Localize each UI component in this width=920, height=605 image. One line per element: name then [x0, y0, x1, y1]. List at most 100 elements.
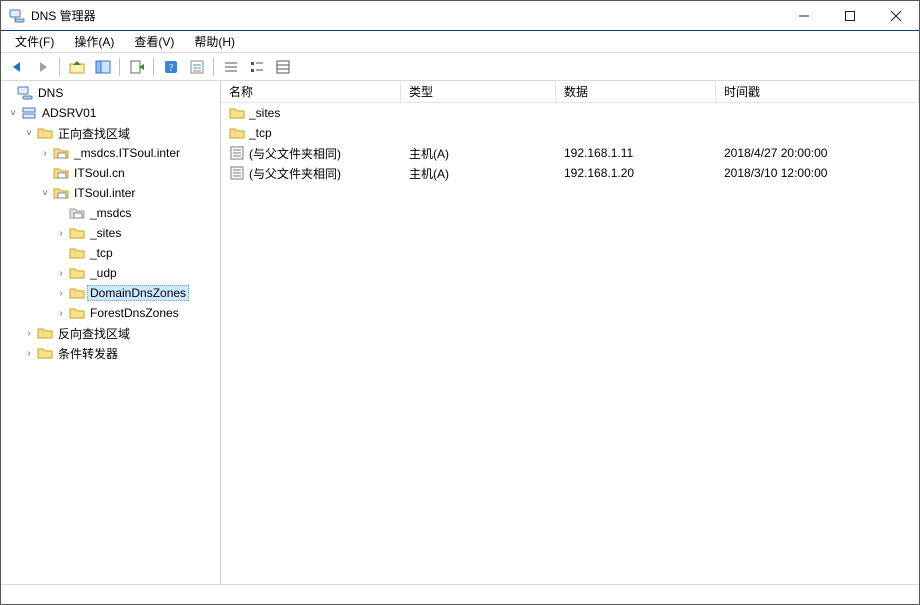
folder-icon	[69, 245, 85, 261]
list-body[interactable]: _sites_tcp(与父文件夹相同)主机(A)192.168.1.112018…	[221, 103, 919, 183]
list-row[interactable]: _tcp	[221, 123, 919, 143]
toolbar-separator	[117, 56, 123, 78]
chevron-right-icon[interactable]: ›	[23, 348, 35, 359]
help-icon: ?	[163, 59, 179, 75]
list-row[interactable]: (与父文件夹相同)主机(A)192.168.1.202018/3/10 12:0…	[221, 163, 919, 183]
tree-sub-sites[interactable]: › _sites	[1, 223, 220, 243]
chevron-right-icon[interactable]: ›	[55, 288, 67, 299]
toolbar-separator	[211, 56, 217, 78]
minimize-button[interactable]	[781, 1, 827, 30]
menu-file[interactable]: 文件(F)	[5, 31, 64, 52]
menu-help[interactable]: 帮助(H)	[184, 31, 245, 52]
chevron-down-icon[interactable]: ˅	[7, 108, 19, 119]
folder-icon	[229, 125, 245, 141]
list-icon	[249, 59, 265, 75]
tree-reverse-lookup[interactable]: › 反向查找区域	[1, 323, 220, 343]
forward-arrow-icon	[35, 59, 51, 75]
toolbar-forward-button[interactable]	[31, 56, 55, 78]
window-controls	[781, 1, 919, 30]
zone-gray-icon	[69, 205, 85, 221]
chevron-right-icon[interactable]: ›	[55, 268, 67, 279]
toolbar-back-button[interactable]	[5, 56, 29, 78]
list-row[interactable]: (与父文件夹相同)主机(A)192.168.1.112018/4/27 20:0…	[221, 143, 919, 163]
svg-text:?: ?	[169, 63, 174, 74]
column-header-data[interactable]: 数据	[556, 81, 716, 102]
chevron-right-icon[interactable]: ›	[39, 148, 51, 159]
up-folder-icon	[69, 59, 85, 75]
toolbar-view-list-button[interactable]	[245, 56, 269, 78]
dns-manager-window: DNS 管理器 文件(F) 操作(A) 查看(V) 帮助(H)	[0, 0, 920, 605]
tree-label: 条件转发器	[55, 345, 121, 362]
cell-name-text: _sites	[249, 106, 280, 120]
toolbar-view-detail-button[interactable]	[271, 56, 295, 78]
tree-sub-tcp[interactable]: _tcp	[1, 243, 220, 263]
tree-label: ITSoul.cn	[71, 166, 128, 180]
folder-icon	[37, 325, 53, 341]
list-row[interactable]: _sites	[221, 103, 919, 123]
details-pane: 名称 类型 数据 时间戳 _sites_tcp(与父文件夹相同)主机(A)192…	[221, 81, 919, 584]
toolbar-separator	[57, 56, 63, 78]
cell-timestamp: 2018/4/27 20:00:00	[716, 146, 919, 160]
cell-name: _sites	[221, 105, 401, 121]
cell-name: _tcp	[221, 125, 401, 141]
cell-name: (与父文件夹相同)	[221, 145, 401, 162]
tree-label: _tcp	[87, 246, 116, 260]
toolbar-view-small-button[interactable]	[219, 56, 243, 78]
zone-icon	[53, 185, 69, 201]
toolbar-properties-button[interactable]	[185, 56, 209, 78]
zone-icon	[53, 145, 69, 161]
cell-name-text: _tcp	[249, 126, 272, 140]
toolbar-show-hide-tree-button[interactable]	[91, 56, 115, 78]
tree-zone-itsoul-cn[interactable]: ITSoul.cn	[1, 163, 220, 183]
cell-name: (与父文件夹相同)	[221, 165, 401, 182]
toolbar: ?	[1, 53, 919, 81]
column-header-name[interactable]: 名称	[221, 81, 401, 102]
tree-label: DomainDnsZones	[87, 285, 189, 301]
tree-server[interactable]: ˅ ADSRV01	[1, 103, 220, 123]
tree-zone-itsoul-inter[interactable]: ˅ ITSoul.inter	[1, 183, 220, 203]
maximize-button[interactable]	[827, 1, 873, 30]
tree-root-dns[interactable]: DNS	[1, 83, 220, 103]
tree-pane[interactable]: DNS ˅ ADSRV01	[1, 81, 221, 584]
zone-icon	[53, 165, 69, 181]
tree-sub-domaindnszones[interactable]: › DomainDnsZones	[1, 283, 220, 303]
close-button[interactable]	[873, 1, 919, 30]
chevron-down-icon[interactable]: ˅	[39, 188, 51, 199]
tree-conditional-forwarders[interactable]: › 条件转发器	[1, 343, 220, 363]
folder-icon	[69, 285, 85, 301]
list-small-icon	[223, 59, 239, 75]
tree-forward-lookup[interactable]: ˅ 正向查找区域	[1, 123, 220, 143]
cell-type: 主机(A)	[401, 165, 556, 182]
tree-label: 正向查找区域	[55, 125, 133, 142]
toolbar-help-button[interactable]: ?	[159, 56, 183, 78]
cell-name-text: (与父文件夹相同)	[249, 165, 341, 182]
chevron-right-icon[interactable]: ›	[55, 228, 67, 239]
menu-view[interactable]: 查看(V)	[124, 31, 184, 52]
chevron-right-icon[interactable]: ›	[55, 308, 67, 319]
toolbar-export-button[interactable]	[125, 56, 149, 78]
folder-icon	[69, 305, 85, 321]
record-icon	[229, 145, 245, 161]
chevron-down-icon[interactable]: ˅	[23, 128, 35, 139]
tree-zone-msdcs[interactable]: › _msdcs.ITSoul.inter	[1, 143, 220, 163]
toolbar-up-button[interactable]	[65, 56, 89, 78]
folder-icon	[37, 125, 53, 141]
back-arrow-icon	[9, 59, 25, 75]
export-icon	[129, 59, 145, 75]
dns-icon	[17, 85, 33, 101]
dns-app-icon	[9, 8, 25, 24]
tree-sub-udp[interactable]: › _udp	[1, 263, 220, 283]
cell-type: 主机(A)	[401, 145, 556, 162]
properties-icon	[189, 59, 205, 75]
tree-pane-icon	[95, 59, 111, 75]
chevron-right-icon[interactable]: ›	[23, 328, 35, 339]
column-header-timestamp[interactable]: 时间戳	[716, 81, 919, 102]
column-header-type[interactable]: 类型	[401, 81, 556, 102]
tree-label: ITSoul.inter	[71, 186, 138, 200]
tree-sub-msdcs[interactable]: _msdcs	[1, 203, 220, 223]
cell-data: 192.168.1.11	[556, 146, 716, 160]
tree-sub-forestdnszones[interactable]: › ForestDnsZones	[1, 303, 220, 323]
cell-data: 192.168.1.20	[556, 166, 716, 180]
tree-label: _msdcs.ITSoul.inter	[71, 146, 183, 160]
menu-action[interactable]: 操作(A)	[64, 31, 124, 52]
